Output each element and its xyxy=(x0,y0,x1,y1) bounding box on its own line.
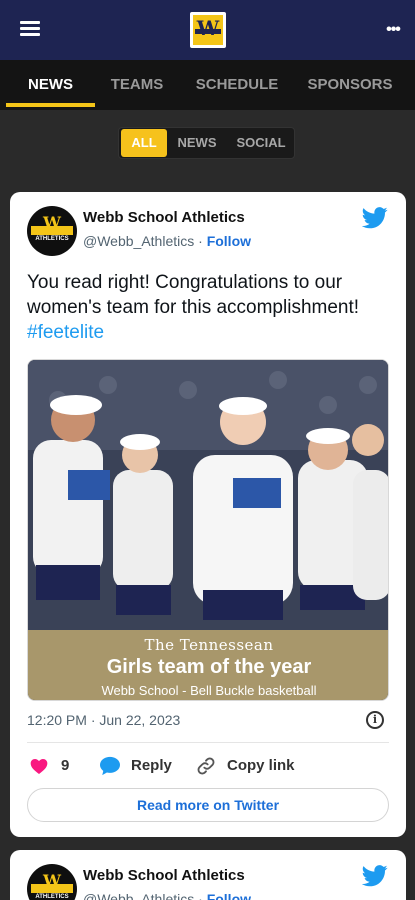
ellipsis-icon[interactable]: ••• xyxy=(380,18,406,42)
tweet-timestamp[interactable]: 12:20 PM · Jun 22, 2023 xyxy=(27,712,180,728)
tweet-text: You read right! Congratulations to our w… xyxy=(27,270,392,345)
speech-bubble-icon xyxy=(100,756,120,776)
filter-social[interactable]: SOCIAL xyxy=(229,129,293,157)
follow-link[interactable]: Follow xyxy=(207,891,251,900)
tweet-card: W ATHLETICS Webb School Athletics @Webb_… xyxy=(10,192,406,837)
separator-dot: · xyxy=(198,233,207,249)
hashtag-link[interactable]: #feetelite xyxy=(27,322,104,343)
handle-text[interactable]: @Webb_Athletics xyxy=(83,233,194,249)
handle-text[interactable]: @Webb_Athletics xyxy=(83,891,194,900)
top-bar: W ••• xyxy=(0,0,415,60)
filter-news[interactable]: NEWS xyxy=(169,129,225,157)
tab-schedule[interactable]: SCHEDULE xyxy=(186,60,288,110)
tab-teams[interactable]: TEAMS xyxy=(97,60,177,110)
hamburger-menu-icon[interactable] xyxy=(18,18,42,42)
link-icon xyxy=(197,757,215,775)
twitter-bird-icon[interactable] xyxy=(362,865,388,887)
tweet-card: W ATHLETICS Webb School Athletics @Webb_… xyxy=(10,850,406,900)
tweet-actions: 9 Reply Copy link xyxy=(10,754,406,778)
avatar[interactable]: W ATHLETICS xyxy=(27,864,77,900)
photo-headline: Girls team of the year xyxy=(106,656,312,678)
filter-all[interactable]: ALL xyxy=(121,129,167,157)
photo-subline: Webb School - Bell Buckle basketball xyxy=(101,683,317,698)
school-logo[interactable]: W xyxy=(190,12,226,48)
author-name[interactable]: Webb School Athletics xyxy=(83,867,245,884)
info-icon[interactable]: i xyxy=(366,711,384,729)
content-filter: ALL NEWS SOCIAL xyxy=(118,127,295,159)
tweet-photo[interactable]: The Tennessean Girls team of the year We… xyxy=(27,359,389,701)
author-handle: @Webb_Athletics · Follow xyxy=(83,233,251,249)
like-count: 9 xyxy=(61,757,70,774)
tweet-body: You read right! Congratulations to our w… xyxy=(27,272,360,318)
team-celebration-photo xyxy=(28,360,388,630)
reply-button[interactable]: Reply xyxy=(99,754,179,778)
photo-caption-banner: The Tennessean Girls team of the year We… xyxy=(28,630,388,700)
active-tab-indicator xyxy=(6,103,95,107)
copy-link-label: Copy link xyxy=(227,757,295,774)
read-more-button[interactable]: Read more on Twitter xyxy=(27,788,389,822)
tab-sponsors[interactable]: SPONSORS xyxy=(300,60,400,110)
author-handle: @Webb_Athletics · Follow xyxy=(83,891,251,900)
reply-label: Reply xyxy=(131,757,172,774)
publication-name: The Tennessean xyxy=(144,636,274,654)
heart-icon xyxy=(30,759,48,774)
like-button[interactable]: 9 xyxy=(29,754,89,778)
avatar[interactable]: W ATHLETICS xyxy=(27,206,77,256)
author-name[interactable]: Webb School Athletics xyxy=(83,209,245,226)
main-tabs: NEWS TEAMS SCHEDULE SPONSORS xyxy=(0,60,415,110)
follow-link[interactable]: Follow xyxy=(207,233,251,249)
separator-dot: · xyxy=(198,891,207,900)
twitter-bird-icon[interactable] xyxy=(362,207,388,229)
divider xyxy=(27,742,389,743)
copy-link-button[interactable]: Copy link xyxy=(196,754,306,778)
